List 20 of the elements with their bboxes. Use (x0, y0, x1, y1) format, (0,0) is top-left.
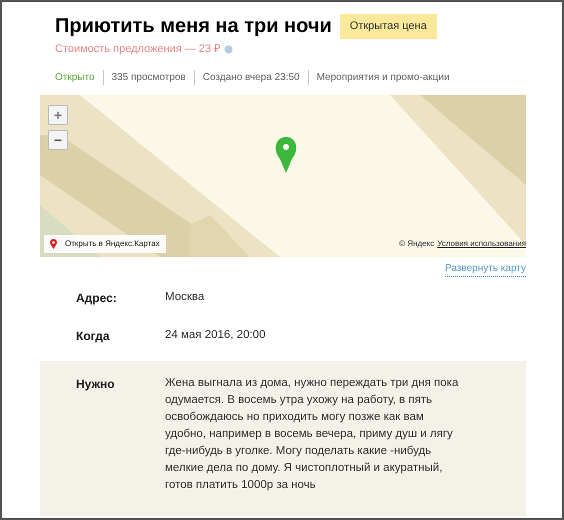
zoom-out-button[interactable]: − (48, 130, 68, 150)
help-icon[interactable] (224, 44, 234, 54)
copyright-text: © Яндекс (399, 238, 434, 250)
offer-cost: Стоимость предложения — 23 ₽ (55, 42, 220, 57)
map-pin-icon (50, 238, 57, 248)
detail-value: Москва (165, 290, 206, 304)
terms-link[interactable]: Условия использования (437, 238, 526, 250)
detail-value: Жена выгнала из дома, нужно переждать три дня пока одумается. В восемь утра ухожу на работу, в пять освобождаюсь но приходить могу позже как вам удобно, например в восемь вечера, приму душ и лягу где-нибудь в уголке. Могу поделать какие -нибудь мелкие дела по дому. Я чистоплотный и акуратный, готов платить 1000р за ночь (165, 376, 460, 492)
page-title: Приютить меня на три ночи (55, 14, 332, 39)
meta-text: Мероприятия и промо-акции (308, 70, 450, 84)
price-badge: Открытая цена (340, 14, 437, 39)
status-label: Открыто (55, 70, 96, 84)
detail-label: Нужно (75, 376, 116, 392)
zoom-in-button[interactable]: + (48, 104, 68, 124)
meta-text: Создано вчера 23:50 (194, 70, 308, 84)
detail-value: 24 мая 2016, 20:00 (165, 328, 266, 342)
meta-text: 335 просмотров (102, 70, 194, 84)
detail-label: Адрес: (75, 290, 118, 306)
open-in-maps-link[interactable]: Открыть в Яндекс.Картах (44, 234, 166, 252)
detail-label: Когда (75, 328, 111, 344)
